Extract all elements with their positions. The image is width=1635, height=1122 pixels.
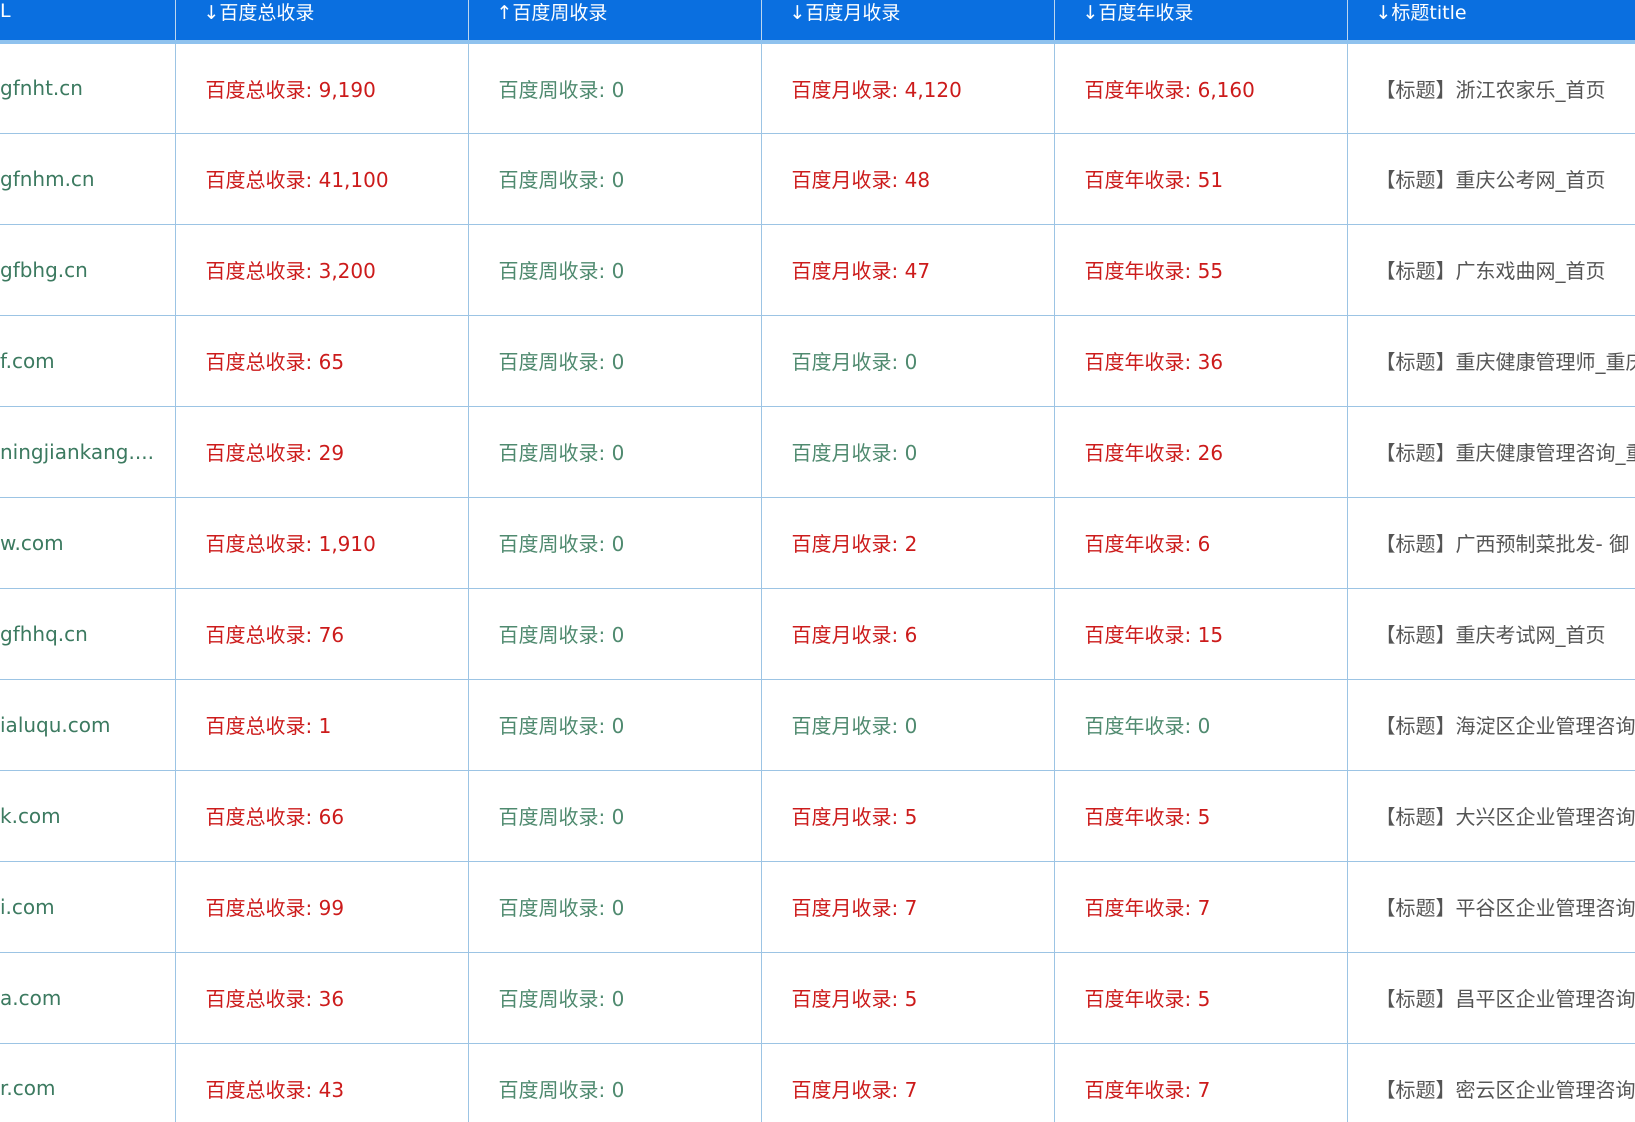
cell-url[interactable]: w.com [0, 497, 176, 589]
cell-month: 百度月收录: 0 [761, 679, 1055, 771]
cell-year: 百度年收录: 6 [1054, 497, 1348, 589]
header-row: L ↓百度总收录 ↑百度周收录 ↓百度月收录 ↓百度年收录 ↓标题title [0, 0, 1635, 44]
cell-year: 百度年收录: 36 [1054, 315, 1348, 407]
cell-total: 百度总收录: 1,910 [175, 497, 469, 589]
cell-title: 【标题】重庆公考网_首页 [1347, 133, 1635, 225]
cell-url[interactable]: gfnht.cn [0, 42, 176, 134]
cell-total: 百度总收录: 99 [175, 861, 469, 953]
cell-total: 百度总收录: 3,200 [175, 224, 469, 316]
cell-month: 百度月收录: 0 [761, 315, 1055, 407]
cell-title: 【标题】平谷区企业管理咨询 [1347, 861, 1635, 953]
cell-url[interactable]: f.com [0, 315, 176, 407]
cell-year: 百度年收录: 5 [1054, 952, 1348, 1044]
cell-week: 百度周收录: 0 [468, 1043, 762, 1122]
cell-total: 百度总收录: 43 [175, 1043, 469, 1122]
table-body: gfnht.cn 百度总收录: 9,190 百度周收录: 0 百度月收录: 4,120… [0, 42, 1635, 1122]
cell-year: 百度年收录: 7 [1054, 1043, 1348, 1122]
column-header-url[interactable]: L [0, 0, 176, 44]
cell-url[interactable]: k.com [0, 770, 176, 862]
column-header-week[interactable]: ↑百度周收录 [468, 0, 762, 44]
table-row: gfnhm.cn 百度总收录: 41,100 百度周收录: 0 百度月收录: 48 百度… [0, 133, 1635, 225]
cell-title: 【标题】广东戏曲网_首页 [1347, 224, 1635, 316]
cell-month: 百度月收录: 2 [761, 497, 1055, 589]
cell-month: 百度月收录: 5 [761, 952, 1055, 1044]
table-row: w.com 百度总收录: 1,910 百度周收录: 0 百度月收录: 2 百度年收录: … [0, 497, 1635, 589]
cell-total: 百度总收录: 36 [175, 952, 469, 1044]
cell-week: 百度周收录: 0 [468, 770, 762, 862]
cell-week: 百度周收录: 0 [468, 224, 762, 316]
cell-week: 百度周收录: 0 [468, 42, 762, 134]
cell-week: 百度周收录: 0 [468, 588, 762, 680]
table-row: ialuqu.com 百度总收录: 1 百度周收录: 0 百度月收录: 0 百度年收录:… [0, 679, 1635, 771]
cell-url[interactable]: ialuqu.com [0, 679, 176, 771]
cell-title: 【标题】重庆健康管理咨询_重 [1347, 406, 1635, 498]
table-row: r.com 百度总收录: 43 百度周收录: 0 百度月收录: 7 百度年收录: 7 【标… [0, 1043, 1635, 1122]
cell-total: 百度总收录: 9,190 [175, 42, 469, 134]
cell-week: 百度周收录: 0 [468, 497, 762, 589]
cell-year: 百度年收录: 6,160 [1054, 42, 1348, 134]
seo-results-table: L ↓百度总收录 ↑百度周收录 ↓百度月收录 ↓百度年收录 ↓标题title g… [0, 0, 1635, 1122]
cell-url[interactable]: gfnhm.cn [0, 133, 176, 225]
cell-title: 【标题】大兴区企业管理咨询 [1347, 770, 1635, 862]
cell-month: 百度月收录: 7 [761, 861, 1055, 953]
cell-week: 百度周收录: 0 [468, 133, 762, 225]
table-row: k.com 百度总收录: 66 百度周收录: 0 百度月收录: 5 百度年收录: 5 【标… [0, 770, 1635, 862]
cell-year: 百度年收录: 0 [1054, 679, 1348, 771]
cell-title: 【标题】广西预制菜批发- 御 [1347, 497, 1635, 589]
column-header-total[interactable]: ↓百度总收录 [175, 0, 469, 44]
cell-week: 百度周收录: 0 [468, 679, 762, 771]
column-header-year[interactable]: ↓百度年收录 [1054, 0, 1348, 44]
cell-year: 百度年收录: 15 [1054, 588, 1348, 680]
cell-year: 百度年收录: 7 [1054, 861, 1348, 953]
cell-url[interactable]: ningjiankang.... [0, 406, 176, 498]
cell-total: 百度总收录: 65 [175, 315, 469, 407]
cell-url[interactable]: gfhhq.cn [0, 588, 176, 680]
table-row: gfnht.cn 百度总收录: 9,190 百度周收录: 0 百度月收录: 4,120… [0, 42, 1635, 134]
cell-month: 百度月收录: 47 [761, 224, 1055, 316]
table-row: gfbhg.cn 百度总收录: 3,200 百度周收录: 0 百度月收录: 47 百度年… [0, 224, 1635, 316]
cell-title: 【标题】重庆考试网_首页 [1347, 588, 1635, 680]
cell-total: 百度总收录: 1 [175, 679, 469, 771]
cell-title: 【标题】重庆健康管理师_重庆 [1347, 315, 1635, 407]
cell-month: 百度月收录: 6 [761, 588, 1055, 680]
cell-year: 百度年收录: 51 [1054, 133, 1348, 225]
column-header-month[interactable]: ↓百度月收录 [761, 0, 1055, 44]
cell-url[interactable]: gfbhg.cn [0, 224, 176, 316]
cell-total: 百度总收录: 41,100 [175, 133, 469, 225]
cell-month: 百度月收录: 48 [761, 133, 1055, 225]
cell-year: 百度年收录: 26 [1054, 406, 1348, 498]
cell-week: 百度周收录: 0 [468, 315, 762, 407]
cell-month: 百度月收录: 5 [761, 770, 1055, 862]
table-row: a.com 百度总收录: 36 百度周收录: 0 百度月收录: 5 百度年收录: 5 【标… [0, 952, 1635, 1044]
cell-year: 百度年收录: 5 [1054, 770, 1348, 862]
cell-week: 百度周收录: 0 [468, 406, 762, 498]
cell-week: 百度周收录: 0 [468, 952, 762, 1044]
cell-url[interactable]: i.com [0, 861, 176, 953]
cell-total: 百度总收录: 29 [175, 406, 469, 498]
cell-title: 【标题】浙江农家乐_首页 [1347, 42, 1635, 134]
cell-title: 【标题】密云区企业管理咨询 [1347, 1043, 1635, 1122]
cell-url[interactable]: a.com [0, 952, 176, 1044]
cell-year: 百度年收录: 55 [1054, 224, 1348, 316]
cell-month: 百度月收录: 0 [761, 406, 1055, 498]
cell-week: 百度周收录: 0 [468, 861, 762, 953]
table-row: ningjiankang.... 百度总收录: 29 百度周收录: 0 百度月收录: … [0, 406, 1635, 498]
column-header-title[interactable]: ↓标题title [1347, 0, 1635, 44]
table-row: gfhhq.cn 百度总收录: 76 百度周收录: 0 百度月收录: 6 百度年收录: … [0, 588, 1635, 680]
cell-total: 百度总收录: 66 [175, 770, 469, 862]
table-row: i.com 百度总收录: 99 百度周收录: 0 百度月收录: 7 百度年收录: 7 【标… [0, 861, 1635, 953]
cell-month: 百度月收录: 4,120 [761, 42, 1055, 134]
table-row: f.com 百度总收录: 65 百度周收录: 0 百度月收录: 0 百度年收录: 36 【… [0, 315, 1635, 407]
table-header: L ↓百度总收录 ↑百度周收录 ↓百度月收录 ↓百度年收录 ↓标题title [0, 0, 1635, 44]
cell-url[interactable]: r.com [0, 1043, 176, 1122]
cell-title: 【标题】海淀区企业管理咨询 [1347, 679, 1635, 771]
results-viewport: L ↓百度总收录 ↑百度周收录 ↓百度月收录 ↓百度年收录 ↓标题title g… [0, 0, 1635, 1122]
cell-title: 【标题】昌平区企业管理咨询 [1347, 952, 1635, 1044]
cell-total: 百度总收录: 76 [175, 588, 469, 680]
cell-month: 百度月收录: 7 [761, 1043, 1055, 1122]
